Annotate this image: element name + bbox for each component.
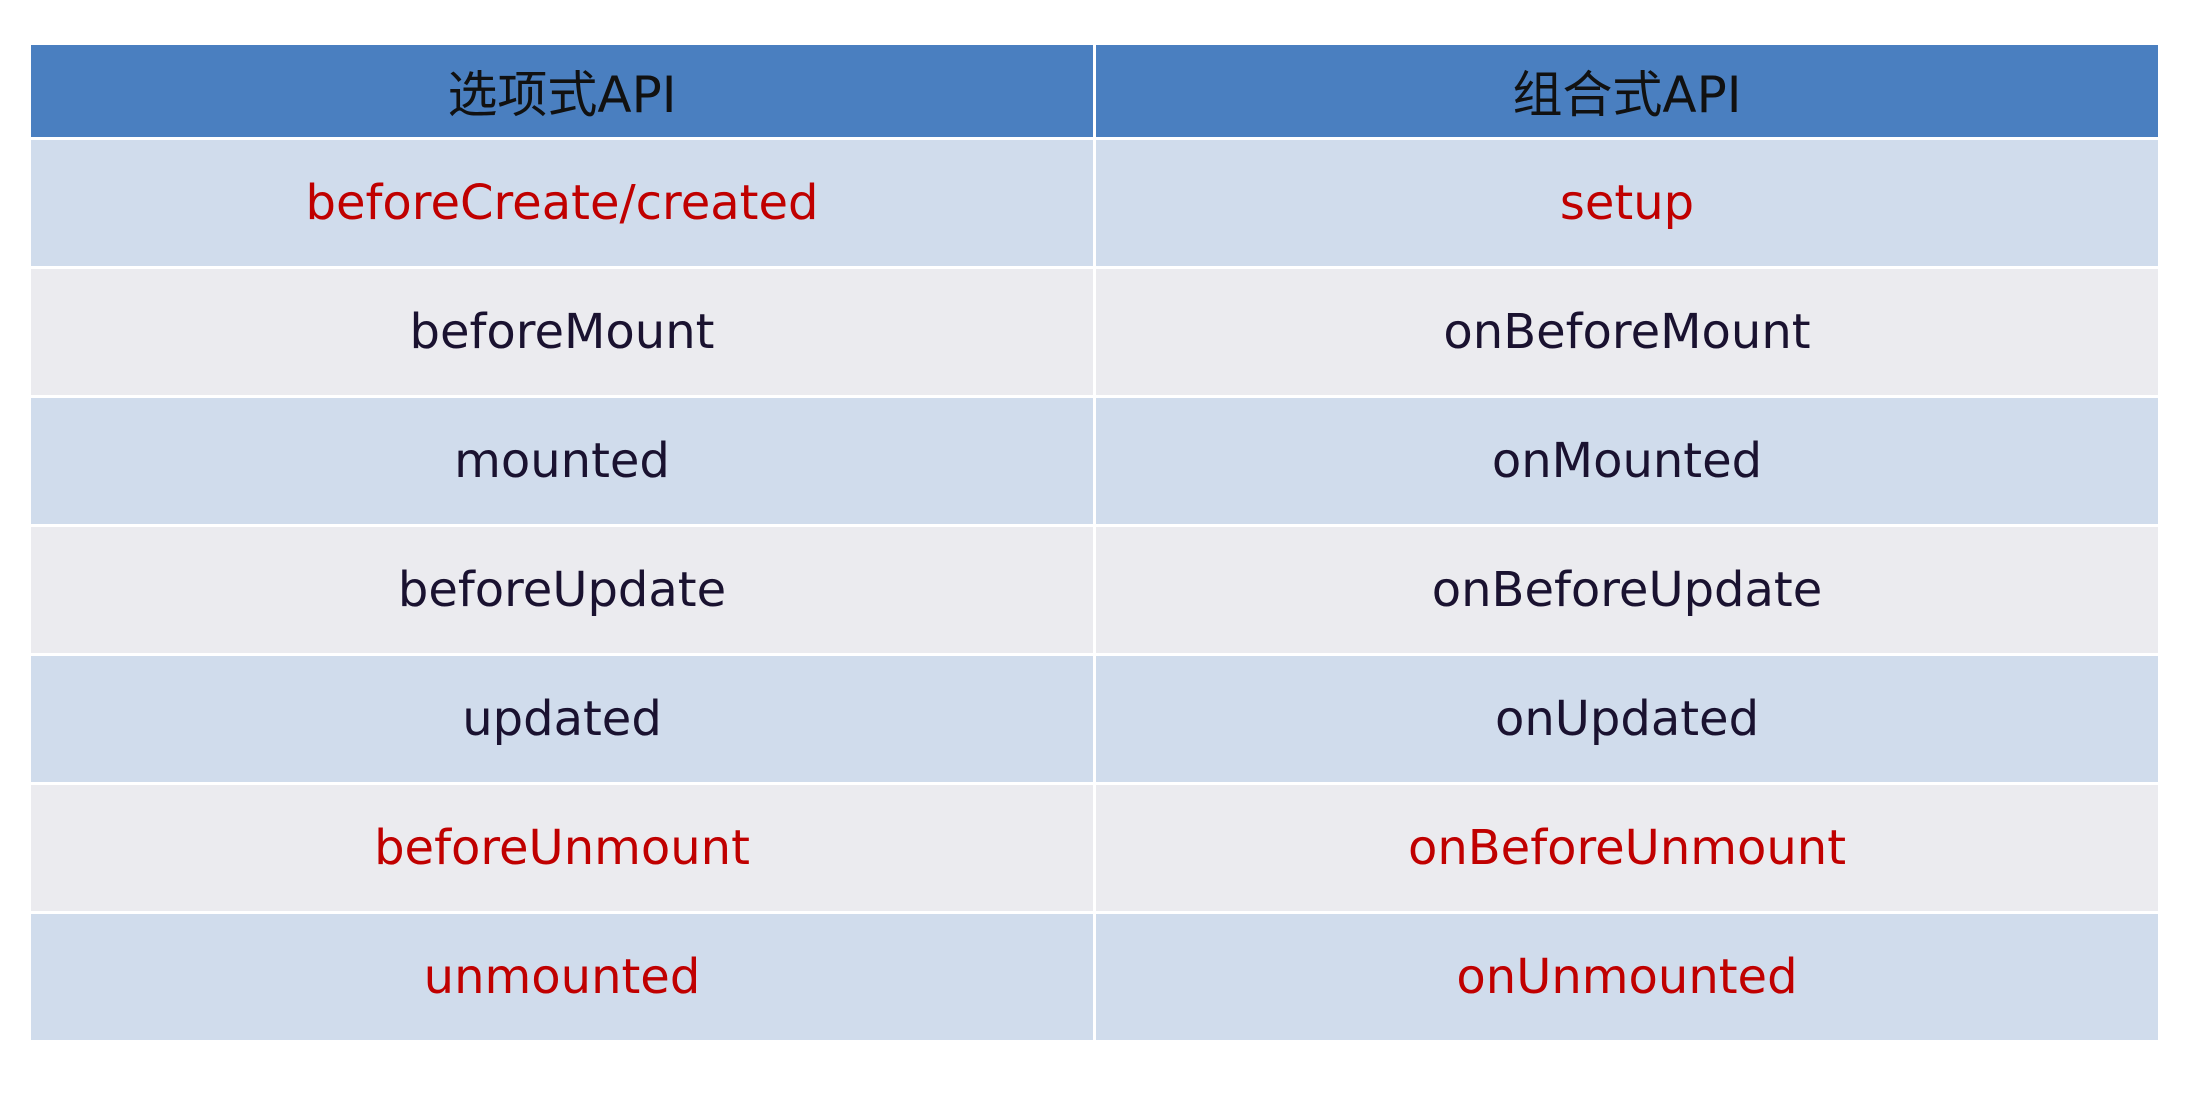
table-row: beforeCreate/created setup bbox=[31, 140, 2158, 266]
cell-options: beforeMount bbox=[31, 269, 1093, 395]
cell-composition: onUpdated bbox=[1096, 656, 2158, 782]
header-composition-api: 组合式API bbox=[1096, 45, 2158, 137]
page: 选项式API 组合式API beforeCreate/created setup… bbox=[0, 0, 2190, 1108]
cell-options: mounted bbox=[31, 398, 1093, 524]
lifecycle-comparison-table: 选项式API 组合式API beforeCreate/created setup… bbox=[28, 42, 2161, 1043]
cell-composition: onBeforeUnmount bbox=[1096, 785, 2158, 911]
cell-composition: onMounted bbox=[1096, 398, 2158, 524]
cell-options: beforeUnmount bbox=[31, 785, 1093, 911]
cell-options: beforeUpdate bbox=[31, 527, 1093, 653]
cell-composition: setup bbox=[1096, 140, 2158, 266]
table-header-row: 选项式API 组合式API bbox=[31, 45, 2158, 137]
cell-options: beforeCreate/created bbox=[31, 140, 1093, 266]
cell-composition: onUnmounted bbox=[1096, 914, 2158, 1040]
table-row: beforeMount onBeforeMount bbox=[31, 269, 2158, 395]
table-row: unmounted onUnmounted bbox=[31, 914, 2158, 1040]
table-row: mounted onMounted bbox=[31, 398, 2158, 524]
cell-composition: onBeforeUpdate bbox=[1096, 527, 2158, 653]
table-row: beforeUnmount onBeforeUnmount bbox=[31, 785, 2158, 911]
cell-options: unmounted bbox=[31, 914, 1093, 1040]
header-options-api: 选项式API bbox=[31, 45, 1093, 137]
cell-composition: onBeforeMount bbox=[1096, 269, 2158, 395]
table-row: beforeUpdate onBeforeUpdate bbox=[31, 527, 2158, 653]
cell-options: updated bbox=[31, 656, 1093, 782]
table-row: updated onUpdated bbox=[31, 656, 2158, 782]
